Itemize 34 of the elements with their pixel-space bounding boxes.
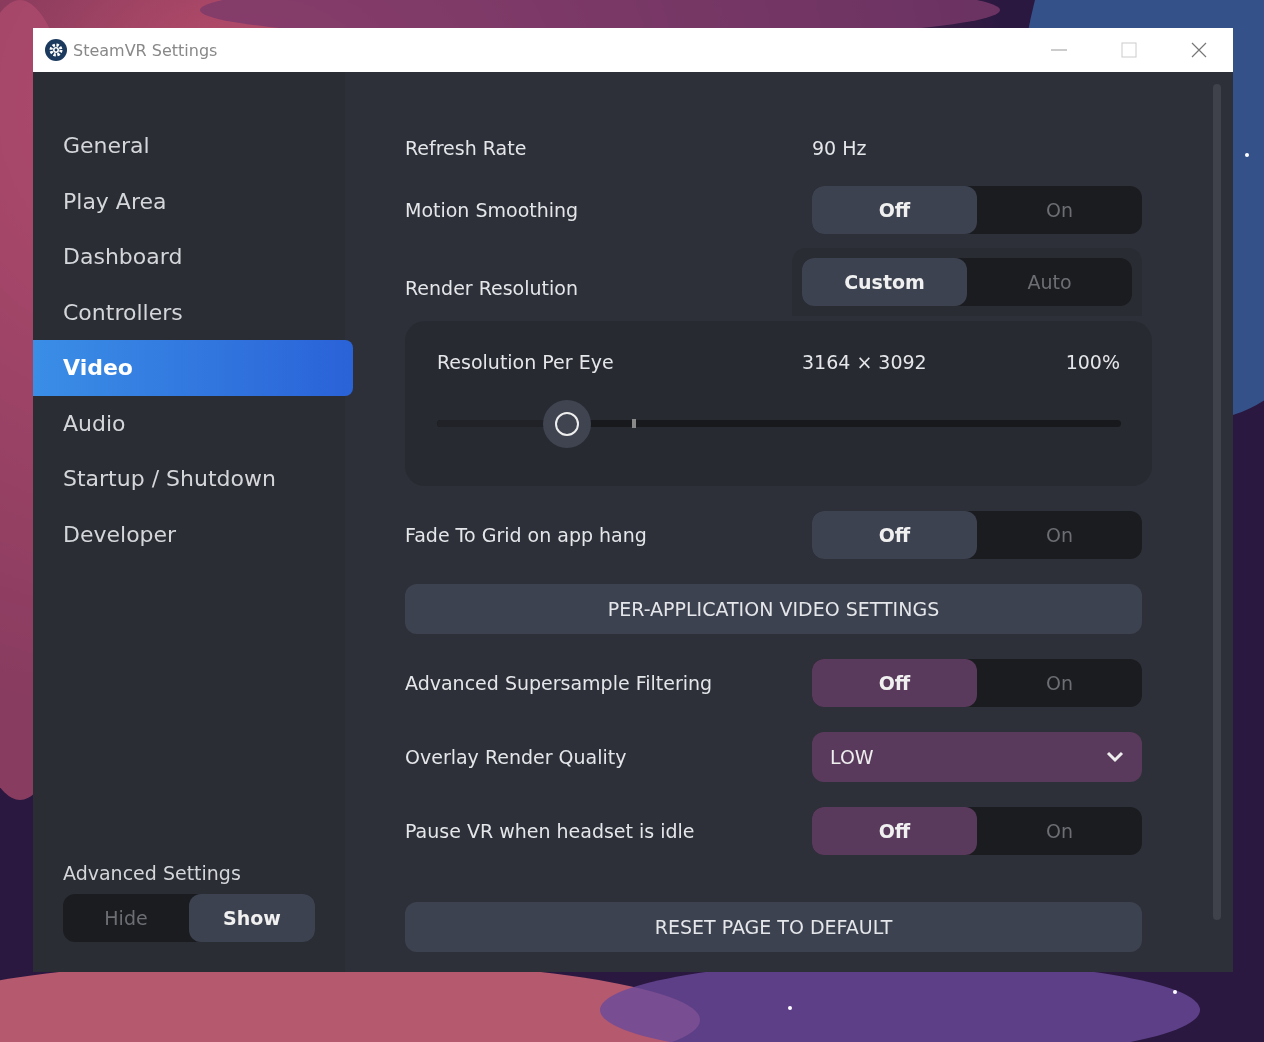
setting-label: Pause VR when headset is idle [405, 820, 696, 842]
setting-label: Refresh Rate [405, 137, 528, 159]
per-application-button[interactable]: PER-APPLICATION VIDEO SETTINGS [405, 584, 1142, 634]
setting-label: Motion Smoothing [405, 199, 580, 221]
setting-label: Render Resolution [405, 276, 579, 299]
sidebar-item[interactable]: Startup / Shutdown [33, 451, 353, 507]
window-title: SteamVR Settings [73, 40, 218, 60]
segment-option[interactable]: Show [189, 894, 315, 942]
close-icon[interactable] [1191, 42, 1207, 58]
sidebar-item[interactable]: Controllers [33, 284, 353, 340]
resolution-value: 3164 × 3092 [802, 351, 928, 373]
slider-label: Resolution Per Eye [437, 351, 615, 373]
segment-option[interactable]: Off [812, 807, 977, 855]
gear-icon [45, 39, 67, 61]
setting-label: Fade To Grid on app hang [405, 524, 648, 546]
dropdown[interactable]: LOW [812, 732, 1142, 782]
sidebar-item[interactable]: Play Area [33, 173, 353, 229]
maximize-icon[interactable] [1121, 42, 1137, 58]
segment-option[interactable]: Off [812, 659, 977, 707]
sidebar-item[interactable]: General [33, 118, 353, 174]
segment-option[interactable]: Off [812, 511, 977, 559]
setting-label: Overlay Render Quality [405, 746, 628, 768]
sidebar-item[interactable]: Video [33, 340, 353, 396]
segment-option[interactable]: Off [812, 186, 977, 234]
percent-value: 100% [1065, 351, 1120, 373]
setting-label: Advanced Supersample Filtering [405, 672, 714, 694]
setting-value: 90 Hz [812, 137, 867, 159]
reset-button[interactable]: RESET PAGE TO DEFAULT [405, 902, 1142, 952]
chevron-icon [1106, 751, 1124, 763]
sidebar-item[interactable]: Audio [33, 395, 353, 451]
sidebar-item[interactable]: Developer [33, 506, 353, 562]
advanced-settings-label: Advanced Settings [63, 862, 242, 884]
sidebar-item[interactable]: Dashboard [33, 229, 353, 285]
segment-option[interactable]: Custom [802, 258, 967, 306]
